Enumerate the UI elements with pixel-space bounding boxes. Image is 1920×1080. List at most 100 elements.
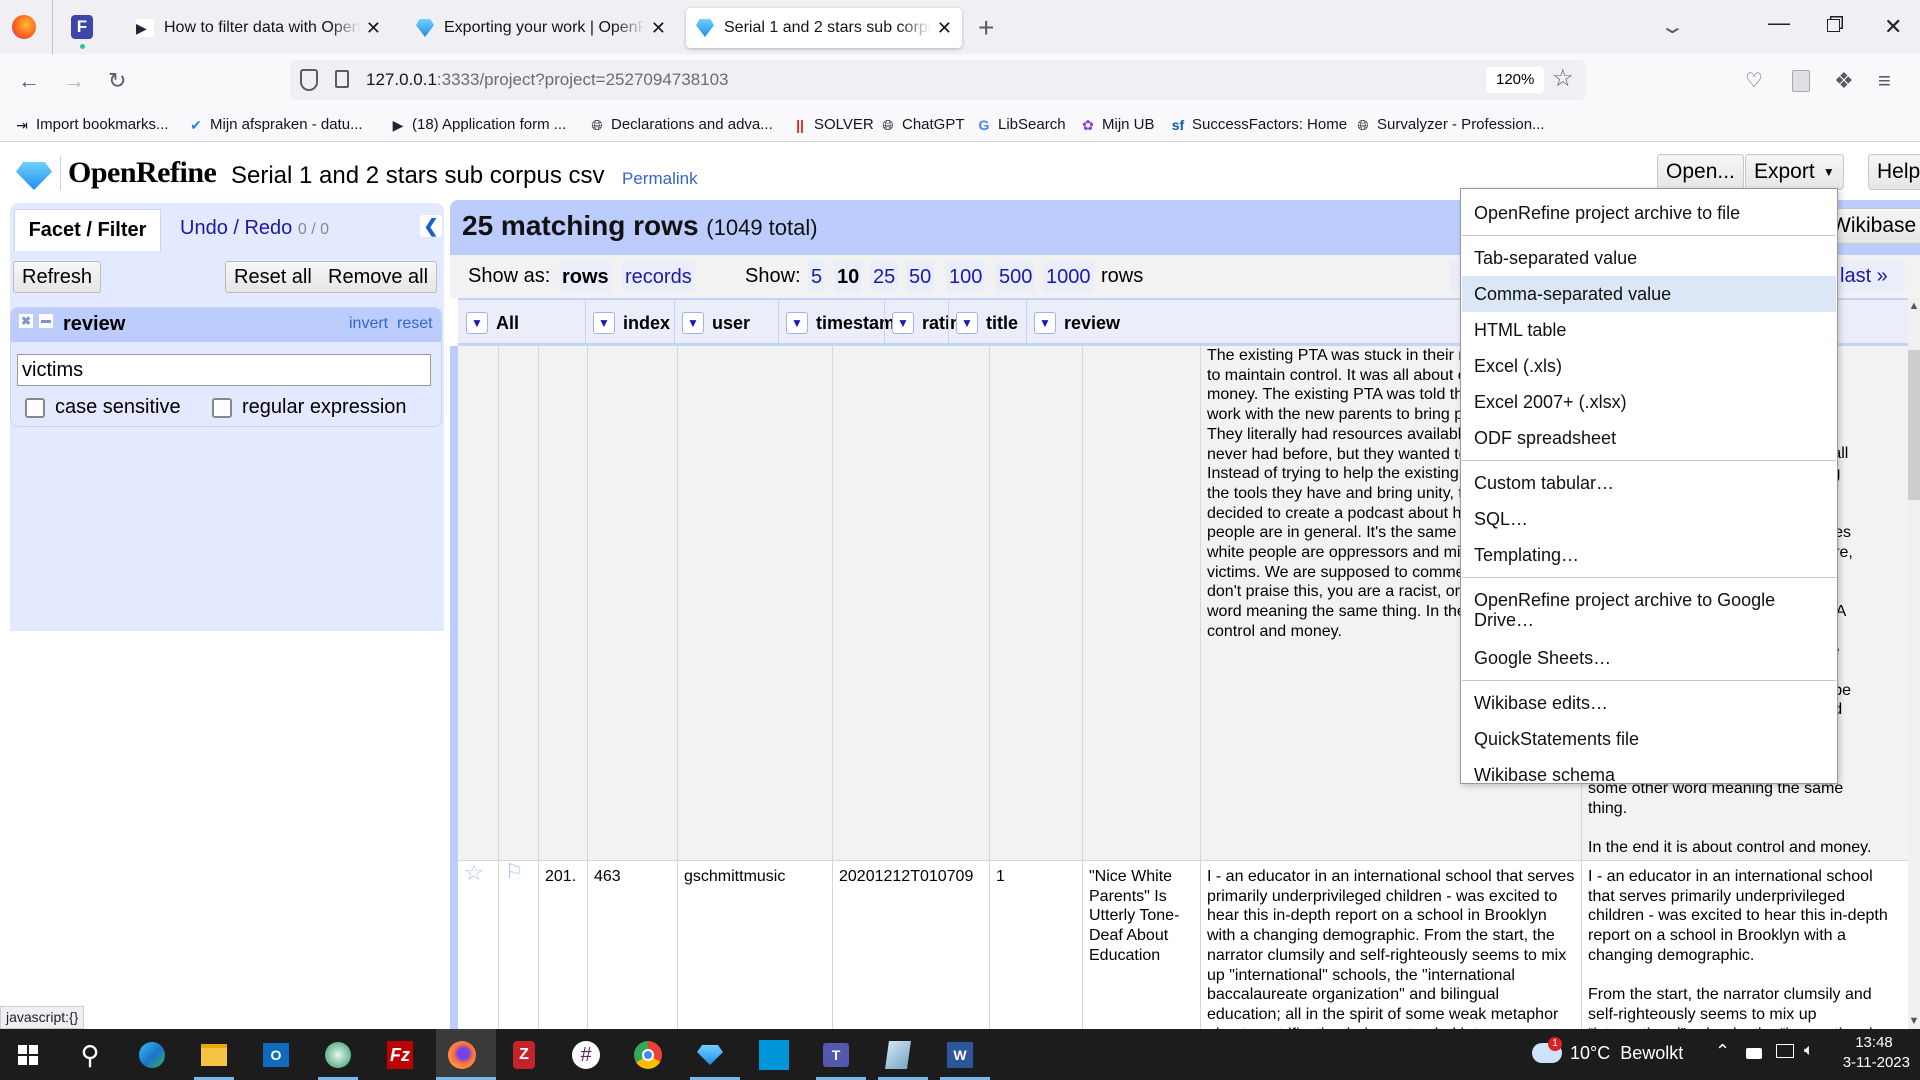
user-cell[interactable]: gschmittmusic <box>677 861 832 1029</box>
restore-button[interactable] <box>1827 19 1840 32</box>
bookmark-solver[interactable]: || SOLVER <box>792 116 874 133</box>
zoom-level-badge[interactable]: 120% <box>1486 67 1545 93</box>
firefox-icon[interactable] <box>444 1037 480 1073</box>
collapse-panel-icon[interactable]: ❮ <box>420 215 442 237</box>
globe-app-icon[interactable] <box>320 1037 356 1073</box>
extensions-icon[interactable]: ❖ <box>1834 68 1854 94</box>
export-menu-item-tab-separated-value[interactable]: Tab-separated value <box>1462 240 1836 276</box>
zotero-icon[interactable]: Z <box>506 1037 542 1073</box>
remove-facet-icon[interactable]: ✖ <box>19 314 33 328</box>
scroll-up-icon[interactable]: ▲ <box>1908 300 1920 312</box>
page-size-5[interactable]: 5 <box>808 261 826 293</box>
new-tab-button[interactable]: + <box>978 12 994 44</box>
permalink-link[interactable]: Permalink <box>622 169 698 189</box>
file-explorer-icon[interactable] <box>196 1037 232 1073</box>
teams-icon[interactable]: T <box>818 1037 854 1073</box>
export-menu-item-comma-separated-value[interactable]: Comma-separated value <box>1462 276 1836 312</box>
scrollbar-thumb[interactable] <box>1908 350 1920 500</box>
bookmark-star-icon[interactable]: ☆ <box>1552 64 1574 93</box>
open-button[interactable]: Open... <box>1657 154 1744 190</box>
outlook-icon[interactable]: O <box>258 1037 294 1073</box>
tab-exporting[interactable]: Exporting your work | OpenRefi ✕ <box>406 8 676 48</box>
column-menu-dropdown-icon[interactable]: ▼ <box>682 312 704 334</box>
volume-icon[interactable]: 🔈︎ <box>1804 1042 1814 1060</box>
index-cell[interactable] <box>587 346 677 860</box>
minimize-facet-icon[interactable] <box>39 314 53 328</box>
column-header-title[interactable]: ▼ title <box>956 308 1018 338</box>
word-icon[interactable]: W <box>942 1037 978 1073</box>
openrefine-taskbar-icon[interactable] <box>692 1037 728 1073</box>
column-menu-dropdown-icon[interactable]: ▼ <box>1034 312 1056 334</box>
star-icon[interactable]: ☆ <box>458 861 498 1029</box>
scroll-down-icon[interactable]: ▼ <box>1908 1015 1920 1027</box>
export-button[interactable]: Export ▼ <box>1745 154 1844 190</box>
page-size-25[interactable]: 25 <box>870 261 899 293</box>
flag-cell[interactable] <box>498 346 538 860</box>
bookmark-mijn-ub[interactable]: ✿ Mijn UB <box>1080 116 1154 133</box>
url-bar[interactable]: 127.0.0.1:3333/project?project=252709473… <box>290 60 1586 100</box>
edge-icon[interactable] <box>134 1037 170 1073</box>
close-tab-icon[interactable]: ✕ <box>366 18 381 39</box>
page-size-500[interactable]: 500 <box>996 261 1036 293</box>
page-icon[interactable] <box>335 70 349 88</box>
column-menu-dropdown-icon[interactable]: ▼ <box>956 312 978 334</box>
openrefine-logo-text[interactable]: OpenRefine <box>68 156 217 190</box>
facet-invert-link[interactable]: invert <box>349 315 388 333</box>
pinned-tab-f[interactable]: F <box>71 15 93 39</box>
column-header-review[interactable]: ▼ review <box>1034 308 1120 338</box>
user-cell[interactable] <box>677 346 832 860</box>
export-menu-item-templating[interactable]: Templating… <box>1462 537 1836 573</box>
slack-icon[interactable]: # <box>568 1037 604 1073</box>
refresh-button[interactable]: Refresh <box>13 261 102 293</box>
case-sensitive-checkbox[interactable] <box>25 398 45 418</box>
export-menu-item-odf-spreadsheet[interactable]: ODF spreadsheet <box>1462 420 1836 456</box>
export-menu-item-openrefine-project-archive-to-google-drive[interactable]: OpenRefine project archive to Google Dri… <box>1462 582 1836 638</box>
column-menu-dropdown-icon[interactable]: ▼ <box>593 312 615 334</box>
clock[interactable]: 13:48 3-11-2023 <box>1838 1033 1910 1073</box>
chrome-icon[interactable] <box>630 1037 666 1073</box>
tray-overflow-chevron-icon[interactable]: ⌃ <box>1715 1041 1730 1062</box>
help-button[interactable]: Help <box>1868 154 1920 190</box>
show-as-records[interactable]: records <box>622 261 695 293</box>
timestamp-cell[interactable] <box>832 346 989 860</box>
export-menu-item-excel-2007-xlsx[interactable]: Excel 2007+ (.xlsx) <box>1462 384 1836 420</box>
network-app-icon[interactable] <box>756 1037 792 1073</box>
url-text[interactable]: 127.0.0.1:3333/project?project=252709473… <box>366 70 729 90</box>
page-size-1000[interactable]: 1000 <box>1043 261 1094 293</box>
openrefine-logo-icon[interactable] <box>16 162 52 190</box>
bookmark-application[interactable]: ▶ (18) Application form ... <box>390 116 567 133</box>
page-size-50[interactable]: 50 <box>906 261 935 293</box>
close-window-button[interactable]: ✕ <box>1884 14 1902 40</box>
column-header-user[interactable]: ▼ user <box>682 308 750 338</box>
title-cell[interactable] <box>1082 346 1200 860</box>
list-tabs-chevron-icon[interactable]: ⌄ <box>1659 14 1686 39</box>
windows-start-icon[interactable] <box>10 1037 46 1073</box>
export-menu-item-wikibase-edits[interactable]: Wikibase edits… <box>1462 685 1836 721</box>
bookmark-libsearch[interactable]: G LibSearch <box>976 116 1066 133</box>
export-menu-item-google-sheets[interactable]: Google Sheets… <box>1462 640 1836 676</box>
tab-serial-corpus[interactable]: Serial 1 and 2 stars sub corpus c ✕ <box>686 8 962 48</box>
facet-text-input[interactable] <box>17 354 431 386</box>
page-size-100[interactable]: 100 <box>946 261 986 293</box>
export-menu-item-openrefine-project-archive-to-file[interactable]: OpenRefine project archive to file <box>1462 195 1836 231</box>
reload-icon[interactable]: ↻ <box>108 68 126 94</box>
export-menu-item-quickstatements-file[interactable]: QuickStatements file <box>1462 721 1836 757</box>
bookmark-survalyzer[interactable]: 🌐︎ Survalyzer - Profession... <box>1355 116 1544 133</box>
review-cell[interactable]: I - an educator in an international scho… <box>1200 861 1581 1029</box>
vertical-scrollbar[interactable]: ▲ ▼ <box>1908 298 1920 1029</box>
tab-undo-redo[interactable]: Undo / Redo 0 / 0 <box>180 217 329 240</box>
battery-icon[interactable] <box>1746 1048 1762 1059</box>
bookmark-chatgpt[interactable]: 🌐︎ ChatGPT <box>880 116 964 133</box>
pocket-icon[interactable]: ♡ <box>1745 68 1763 94</box>
rating-cell[interactable] <box>989 346 1082 860</box>
column-header-index[interactable]: ▼ index <box>593 308 670 338</box>
tab-filter-data[interactable]: ▶ How to filter data with Open Re ✕ <box>126 8 391 48</box>
bookmark-successfactors[interactable]: sf SuccessFactors: Home <box>1170 116 1347 133</box>
back-icon[interactable]: ← <box>18 68 40 94</box>
close-tab-icon[interactable]: ✕ <box>937 18 952 39</box>
bookmark-import[interactable]: ⇥ Import bookmarks... <box>14 116 168 133</box>
firefox-menu-icon[interactable] <box>12 15 36 39</box>
column-menu-dropdown-icon[interactable]: ▼ <box>466 312 488 334</box>
bookmark-afspraken[interactable]: ✔ Mijn afspraken - datu... <box>188 116 362 133</box>
column-header-timestamp[interactable]: ▼ timestamp <box>786 308 906 338</box>
